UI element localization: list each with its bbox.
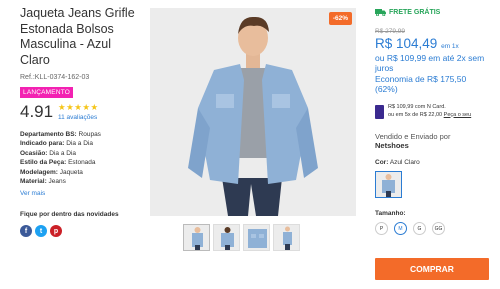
product-title: Jaqueta Jeans Grifle Estonada Bolsos Mas… (20, 6, 135, 67)
spec-label: Estilo da Peça: (20, 159, 67, 167)
product-ref: Ref.:KLL-0374-162-03 (20, 74, 90, 81)
seller-info: Vendido e Enviado por Netshoes (375, 132, 491, 150)
spec-row: Ocasião: Dia a Dia (20, 149, 140, 158)
card-icon (375, 105, 384, 119)
thumbnail-strip (183, 224, 300, 251)
size-option-m[interactable]: M (394, 222, 407, 235)
old-price: R$ 279,99 (375, 28, 405, 35)
newsletter-label: Fique por dentro das novidades (20, 211, 119, 219)
spec-row: Estilo da Peça: Estonada (20, 158, 140, 167)
purchase-panel: FRETE GRÁTIS R$ 279,99 R$ 104,49 em 1x o… (375, 8, 491, 235)
color-swatch[interactable] (375, 171, 402, 198)
spec-label: Indicado para: (20, 140, 65, 148)
spec-value: Jeans (48, 178, 66, 186)
size-label: Tamanho: (375, 210, 406, 217)
social-share: f t p (20, 225, 140, 238)
rating-score: 4.91 (20, 102, 54, 121)
size-option-g[interactable]: G (413, 222, 426, 235)
facebook-icon[interactable]: f (20, 225, 32, 238)
card-line1: R$ 109,99 com N Card. (388, 104, 446, 110)
economy-text: Economia de R$ 175,50 (62%) (375, 74, 467, 94)
reviews-link[interactable]: 11 avaliações (58, 114, 99, 121)
card-request-link[interactable]: Peça o seu (444, 112, 472, 118)
spec-value: Estonada (68, 159, 96, 167)
spec-row: Indicado para: Dia a Dia (20, 139, 140, 148)
spec-value: Dia a Dia (66, 140, 93, 148)
spec-label: Modelagem: (20, 168, 58, 176)
thumbnail[interactable] (243, 224, 270, 251)
free-shipping: FRETE GRÁTIS (375, 8, 491, 16)
rating-row: 4.91 ★★★★★ 11 avaliações (20, 102, 140, 122)
price-value: R$ 104,49 (375, 36, 438, 51)
product-info: Jaqueta Jeans Grifle Estonada Bolsos Mas… (20, 6, 140, 238)
discount-badge: -62% (328, 12, 352, 25)
rating-stars-icon: ★★★★★ (58, 102, 99, 112)
spec-value: Dia a Dia (49, 149, 77, 157)
price-suffix: em 1x (441, 43, 459, 50)
model-photo (150, 8, 356, 216)
spec-value: Jaqueta (59, 168, 83, 176)
spec-row: Departamento BS: Roupas (20, 130, 140, 139)
size-option-p[interactable]: P (375, 222, 388, 235)
spec-label: Material: (20, 178, 47, 186)
card-offer: R$ 109,99 com N Card. ou em 5x de R$ 22,… (375, 104, 491, 119)
buy-button[interactable]: COMPRAR (375, 258, 489, 280)
see-more-link[interactable]: Ver mais (20, 190, 140, 197)
spec-label: Ocasião: (20, 149, 48, 157)
spec-row: Modelagem: Jaqueta (20, 168, 140, 177)
launch-badge: LANÇAMENTO (20, 87, 74, 98)
card-line2: ou em 5x de R$ 22,00 Peça o seu (388, 112, 471, 120)
card-installment: ou em 5x de R$ 22,00 (388, 111, 443, 118)
pinterest-icon[interactable]: p (50, 225, 62, 238)
truck-icon (375, 9, 386, 16)
color-label: Cor: Azul Claro (375, 159, 491, 166)
card-offer-text: R$ 109,99 com N Card. ou em 5x de R$ 22,… (388, 104, 471, 119)
spec-list: Departamento BS: Roupas Indicado para: D… (20, 130, 140, 186)
seller-prefix: Vendido e Enviado por (375, 132, 451, 141)
size-option-gg[interactable]: GG (432, 222, 445, 235)
size-selector: P M G GG (375, 222, 491, 235)
spec-row: Material: Jeans (20, 177, 140, 186)
spec-value: Roupas (78, 131, 101, 138)
free-shipping-label: FRETE GRÁTIS (389, 8, 441, 16)
color-value: Azul Claro (389, 159, 420, 166)
current-price: R$ 104,49 em 1x (375, 36, 491, 51)
thumbnail[interactable] (213, 224, 240, 251)
thumbnail[interactable] (183, 224, 210, 251)
installment-text: ou R$ 109,99 em até 2x sem juros (375, 53, 485, 73)
product-main-image[interactable]: -62% (150, 8, 356, 216)
color-label-title: Cor: (375, 159, 389, 166)
twitter-icon[interactable]: t (35, 225, 47, 238)
seller-name: Netshoes (375, 141, 409, 150)
spec-label: Departamento BS: (20, 131, 77, 138)
thumbnail[interactable] (273, 224, 300, 251)
